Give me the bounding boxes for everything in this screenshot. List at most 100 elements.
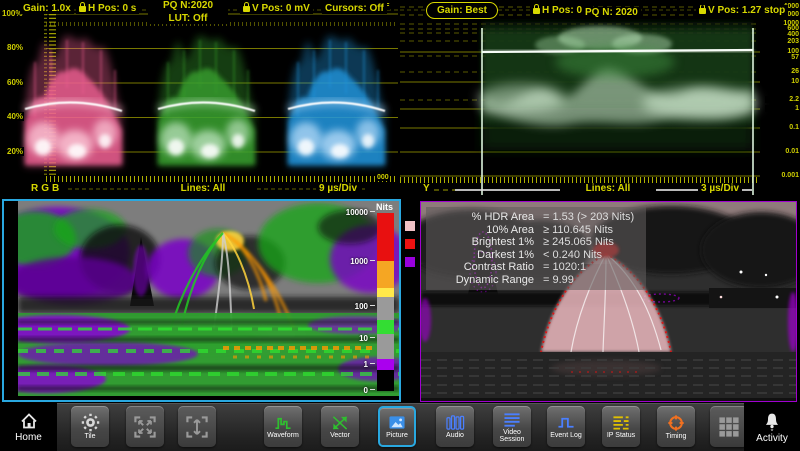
- lines-readout[interactable]: Lines: All: [150, 183, 256, 194]
- ip-status-label: IP Status: [607, 432, 635, 439]
- axis-label: 0.1: [765, 124, 799, 131]
- axis-label: 2.2: [765, 96, 799, 103]
- grid-view-button[interactable]: [710, 406, 748, 447]
- lock-icon: [243, 6, 250, 12]
- lut-readout[interactable]: LUT: Off: [148, 13, 228, 24]
- nits-seg-gray2: [377, 334, 394, 359]
- rgb-parade-waveform-graphic: [0, 0, 400, 199]
- tile-picture-false-color[interactable]: Nits 10000 1000 100 10 1 0: [2, 199, 401, 402]
- vector-label: Vector: [330, 432, 350, 439]
- ip-status-button[interactable]: IP Status: [602, 406, 640, 447]
- event-log-label: Event Log: [550, 432, 582, 439]
- tile-waveform-rgb[interactable]: Gain: 1.0x H Pos: 0 s PQ N:2020 LUT: Off…: [0, 0, 400, 199]
- expand-vertical-button[interactable]: [178, 406, 216, 447]
- v-pos-readout[interactable]: V Pos: 0 mV: [240, 3, 313, 14]
- nits-seg-orange: [377, 261, 394, 288]
- stat-row: Darkest 1%< 0.240 Nits: [430, 249, 634, 262]
- waveform-button[interactable]: Waveform: [264, 406, 302, 447]
- lock-icon: [533, 8, 540, 14]
- waveform-label: Waveform: [267, 432, 299, 439]
- video-session-icon: [502, 411, 522, 428]
- nits-label: 0: [333, 386, 375, 395]
- stat-label: Contrast Ratio: [430, 261, 534, 274]
- vector-button[interactable]: Vector: [321, 406, 359, 447]
- stat-row: Contrast Ratio = 1020:1: [430, 261, 634, 274]
- nits-label: 10: [333, 334, 375, 343]
- stat-value: = 9.99: [543, 274, 574, 287]
- nits-label: 1: [333, 360, 375, 369]
- gear-icon: [81, 413, 100, 432]
- axis-label: 0.01: [765, 148, 799, 155]
- axis-label: 57: [765, 54, 799, 61]
- stat-value: ≥ 245.065 Nits: [543, 236, 614, 249]
- audio-button[interactable]: Audio: [436, 406, 474, 447]
- picture-button[interactable]: Picture: [378, 406, 416, 447]
- pq-readout[interactable]: PQ N: 2020: [582, 7, 641, 18]
- stat-row: % HDR Area = 1.53 (> 203 Nits): [430, 211, 634, 224]
- home-button[interactable]: Home: [0, 403, 57, 451]
- time-scale-readout: 3 µs/Div: [698, 183, 742, 194]
- axis-label: 1: [765, 105, 799, 112]
- tile-waveform-luma[interactable]: Gain: Best H Pos: 0 s PQ N: 2020 V Pos: …: [400, 0, 800, 199]
- nits-scale-title: Nits: [376, 202, 393, 212]
- stat-label: % HDR Area: [430, 211, 534, 224]
- stat-value: = 1020:1: [543, 261, 586, 274]
- event-log-button[interactable]: Event Log: [547, 406, 585, 447]
- expand-tile-button[interactable]: [126, 406, 164, 447]
- hdr-stats-panel: % HDR Area= 1.53 (> 203 Nits) 10% Area≥ …: [426, 207, 646, 290]
- letterbox-bar: [4, 201, 18, 396]
- nits-seg-red: [377, 213, 394, 261]
- gain-readout[interactable]: Gain: 1.0x: [20, 3, 74, 14]
- prism-monitor-screen: Gain: 1.0x H Pos: 0 s PQ N:2020 LUT: Off…: [0, 0, 800, 451]
- v-pos-readout[interactable]: V Pos: 1.27 stop: [696, 5, 788, 16]
- vertical-expand-icon: [185, 415, 209, 439]
- picture-icon: [387, 414, 407, 431]
- lock-icon: [699, 8, 706, 14]
- luma-waveform-graphic: [400, 0, 800, 199]
- display-mode-label: Y: [420, 183, 433, 194]
- nits-scale-bar: [377, 213, 394, 391]
- nits-seg-black: [377, 370, 394, 391]
- gain-readout-selected[interactable]: Gain: Best: [426, 2, 498, 19]
- pq-readout[interactable]: PQ N:2020: [148, 0, 228, 11]
- nits-seg-green: [377, 320, 394, 334]
- axis-label: 10: [765, 78, 799, 85]
- legend-swatch-brightest: [405, 239, 415, 249]
- video-session-button[interactable]: Video Session: [493, 406, 531, 447]
- activity-label: Activity: [756, 433, 788, 444]
- audio-label: Audio: [446, 432, 464, 439]
- axis-label: 20%: [6, 147, 24, 156]
- axis-label: 203: [765, 38, 799, 45]
- nits-seg-yellow: [377, 288, 394, 297]
- cursors-readout[interactable]: Cursors: Off: [322, 3, 387, 14]
- nits-label: 1000: [333, 257, 375, 266]
- nits-label: 100: [333, 302, 375, 311]
- home-label: Home: [15, 432, 42, 443]
- display-mode-label: RGB: [28, 183, 65, 194]
- tile-picture-hdr-measure[interactable]: % HDR Area= 1.53 (> 203 Nits) 10% Area≥ …: [420, 201, 797, 402]
- stat-value: < 0.240 Nits: [543, 249, 602, 262]
- bottom-toolbar: Home Tile Wavefo: [0, 403, 800, 451]
- nits-seg-purple: [377, 359, 394, 370]
- expand-icon: [133, 415, 157, 439]
- ip-status-icon: [611, 414, 631, 431]
- lock-icon: [79, 6, 86, 12]
- legend-swatch-hdr-area: [405, 221, 415, 231]
- legend-swatch-darkest: [405, 257, 415, 267]
- stat-label: Dynamic Range: [430, 274, 534, 287]
- h-pos-readout[interactable]: H Pos: 0 s: [76, 3, 139, 14]
- stat-row: Dynamic Range = 9.99: [430, 274, 634, 287]
- nits-label: 10000: [333, 208, 375, 217]
- code-value-bottom: 000: [376, 174, 390, 181]
- timing-icon: [666, 414, 686, 432]
- timing-label: Timing: [666, 433, 687, 440]
- axis-label: 40%: [6, 112, 24, 121]
- picture-label: Picture: [386, 432, 408, 439]
- stat-value: = 1.53 (> 203 Nits): [543, 211, 634, 224]
- axis-label: 60%: [6, 78, 24, 87]
- lines-readout[interactable]: Lines: All: [560, 183, 656, 194]
- activity-button[interactable]: Activity: [744, 403, 800, 451]
- time-scale-readout: 9 µs/Div: [316, 183, 360, 194]
- tile-button[interactable]: Tile: [71, 406, 109, 447]
- timing-button[interactable]: Timing: [657, 406, 695, 447]
